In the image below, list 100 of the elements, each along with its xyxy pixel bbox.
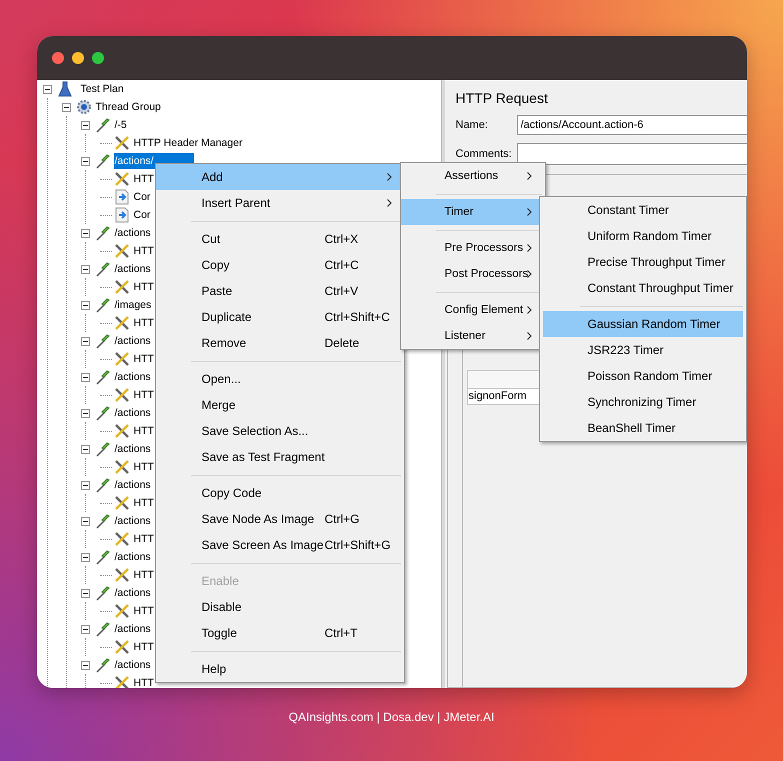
wrench-screwdriver-icon <box>114 675 130 688</box>
collapse-toggle[interactable] <box>80 480 90 490</box>
wrench-screwdriver-icon <box>114 639 130 655</box>
tree-node[interactable]: HTT <box>132 495 155 511</box>
menu-item[interactable]: Synchronizing Timer <box>542 389 742 415</box>
tree-node[interactable]: HTTP Header Manager <box>132 135 244 151</box>
menu-item[interactable]: Insert Parent <box>156 190 400 216</box>
menu-item[interactable]: JSR223 Timer <box>542 337 742 363</box>
wrench-screwdriver-icon <box>114 243 130 259</box>
menu-item[interactable]: Timer <box>400 199 542 225</box>
collapse-toggle[interactable] <box>80 624 90 634</box>
menu-item[interactable]: Save Screen As ImageCtrl+Shift+G <box>156 532 400 558</box>
collapse-toggle[interactable] <box>42 84 52 94</box>
collapse-toggle[interactable] <box>80 408 90 418</box>
menu-item[interactable]: Disable <box>156 594 400 620</box>
menu-item[interactable]: Copy Ctrl+C <box>156 252 400 278</box>
tree-node[interactable]: /actions <box>114 549 152 565</box>
collapse-toggle[interactable] <box>80 588 90 598</box>
tree-node[interactable]: HTT <box>132 387 155 403</box>
tree-node[interactable]: HTT <box>132 675 155 688</box>
menu-item[interactable]: Uniform Random Timer <box>542 223 742 249</box>
collapse-toggle[interactable] <box>62 102 70 112</box>
menu-item[interactable]: Constant Timer <box>542 197 742 223</box>
tree-node[interactable]: /actions <box>114 261 152 277</box>
wrench-screwdriver-icon <box>114 531 130 547</box>
menu-item[interactable]: Poisson Random Timer <box>542 363 742 389</box>
pipette-icon <box>94 117 110 133</box>
pipette-icon <box>94 297 110 313</box>
menu-item[interactable]: Save Node As Image Ctrl+G <box>156 506 400 532</box>
menu-item[interactable]: Remove Delete <box>156 330 400 356</box>
comments-field[interactable] <box>516 143 746 165</box>
wrench-screwdriver-icon <box>114 351 130 367</box>
menu-item[interactable]: Copy Code <box>156 480 400 506</box>
pipette-icon <box>94 657 110 673</box>
tree-node[interactable]: HTT <box>132 603 155 619</box>
collapse-toggle[interactable] <box>80 444 90 454</box>
menu-item[interactable]: BeanShell Timer <box>542 415 742 441</box>
tree-node[interactable]: /actions <box>114 369 152 385</box>
tree-node[interactable]: /actions <box>114 513 152 529</box>
tree-node[interactable]: HTT <box>132 567 155 583</box>
menu-item[interactable]: Cut Ctrl+X <box>156 226 400 252</box>
tree-node[interactable]: /actions <box>114 225 152 241</box>
tree-node[interactable]: HTT <box>132 243 155 259</box>
tree-node[interactable]: /actions <box>114 441 152 457</box>
zoom-window-button[interactable] <box>92 52 104 64</box>
tree-node[interactable]: /actions <box>114 477 152 493</box>
pipette-icon <box>94 405 110 421</box>
collapse-toggle[interactable] <box>80 228 90 238</box>
tree-node[interactable]: Cor <box>132 189 152 205</box>
menu-item[interactable]: Open... <box>156 366 400 392</box>
menu-item[interactable]: Assertions <box>400 163 542 189</box>
collapse-toggle[interactable] <box>80 264 90 274</box>
tree-node[interactable]: HTT <box>132 315 155 331</box>
wrench-screwdriver-icon <box>114 603 130 619</box>
menu-item[interactable]: Listener <box>400 323 542 349</box>
collapse-toggle[interactable] <box>80 120 90 130</box>
collapse-toggle[interactable] <box>80 300 90 310</box>
menu-item[interactable]: Merge <box>156 392 400 418</box>
panel-title: HTTP Request <box>456 90 549 108</box>
close-window-button[interactable] <box>52 52 64 64</box>
tree-node[interactable]: /actions <box>114 405 152 421</box>
collapse-toggle[interactable] <box>80 660 90 670</box>
menu-item[interactable]: Constant Throughput Timer <box>542 275 742 301</box>
collapse-toggle[interactable] <box>80 336 90 346</box>
menu-item[interactable]: Duplicate Ctrl+Shift+C <box>156 304 400 330</box>
menu-item[interactable]: Save Selection As... <box>156 418 400 444</box>
menu-item[interactable]: Config Element <box>400 297 542 323</box>
tree-node[interactable]: HTT <box>132 351 155 367</box>
tree-node[interactable]: Cor <box>132 207 152 223</box>
menu-item[interactable]: Precise Throughput Timer <box>542 249 742 275</box>
collapse-toggle[interactable] <box>80 516 90 526</box>
tree-node[interactable]: /actions <box>114 621 152 637</box>
tree-node[interactable]: Test Plan <box>80 81 125 97</box>
collapse-toggle[interactable] <box>80 552 90 562</box>
menu-item[interactable]: Paste Ctrl+V <box>156 278 400 304</box>
name-field[interactable]: /actions/Account.action-6 <box>516 115 746 135</box>
pipette-icon <box>94 513 110 529</box>
tree-node[interactable]: HTT <box>132 423 155 439</box>
menu-item[interactable]: Post Processors <box>400 261 542 287</box>
tree-node[interactable]: HTT <box>132 639 155 655</box>
menu-item[interactable]: Toggle Ctrl+T <box>156 620 400 646</box>
menu-item[interactable]: Add <box>156 164 400 190</box>
tree-node[interactable]: Thread Group <box>94 99 162 115</box>
tree-node[interactable]: /actions <box>114 333 152 349</box>
tree-node[interactable]: /-5 <box>114 117 128 133</box>
menu-item[interactable]: Help <box>156 656 400 682</box>
tree-node[interactable]: HTT <box>132 279 155 295</box>
tree-node[interactable]: /images <box>114 297 152 313</box>
tree-node[interactable]: HTT <box>132 459 155 475</box>
menu-item[interactable]: Gaussian Random Timer <box>542 311 742 337</box>
menu-item[interactable]: Save as Test Fragment <box>156 444 400 470</box>
tree-node[interactable]: HTT <box>132 531 155 547</box>
collapse-toggle[interactable] <box>80 156 90 166</box>
tree-node[interactable]: HTT <box>132 171 155 187</box>
menu-item[interactable]: Pre Processors <box>400 235 542 261</box>
tree-node[interactable]: /actions <box>114 657 152 673</box>
collapse-toggle[interactable] <box>80 372 90 382</box>
tree-node[interactable]: /actions <box>114 585 152 601</box>
wrench-screwdriver-icon <box>114 567 130 583</box>
minimize-window-button[interactable] <box>72 52 84 64</box>
